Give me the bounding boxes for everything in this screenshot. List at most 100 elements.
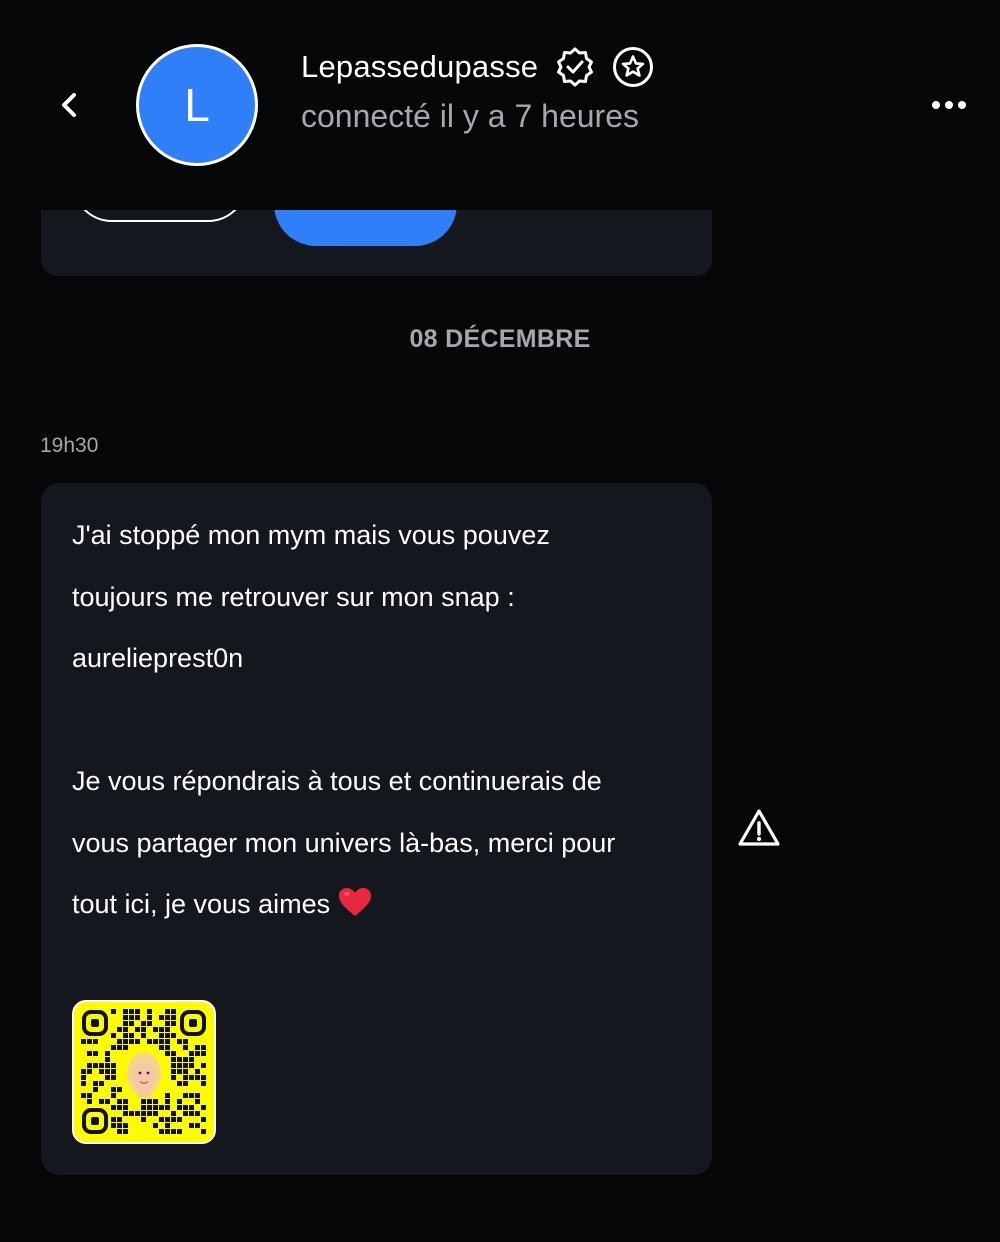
qr-module [171, 1051, 176, 1056]
qr-module [123, 1015, 128, 1020]
qr-module [147, 1105, 152, 1110]
qr-module [129, 1015, 134, 1020]
qr-module [201, 1117, 206, 1122]
qr-module [141, 1033, 146, 1038]
more-horizontal-icon [932, 101, 966, 109]
qr-module [111, 1063, 116, 1068]
star-circle-icon[interactable] [612, 46, 654, 88]
qr-module [123, 1123, 128, 1128]
qr-module [171, 1111, 176, 1116]
qr-module [183, 1069, 188, 1074]
qr-module [165, 1021, 170, 1026]
qr-module [177, 1105, 182, 1110]
qr-module [147, 1099, 152, 1104]
qr-module [135, 1009, 140, 1014]
qr-module [123, 1111, 128, 1116]
qr-module [171, 1075, 176, 1080]
qr-module [159, 1039, 164, 1044]
qr-module [165, 1099, 170, 1104]
qr-module [195, 1111, 200, 1116]
qr-module [177, 1129, 182, 1134]
qr-module [177, 1117, 182, 1122]
username[interactable]: Lepassedupasse [301, 49, 538, 85]
qr-module [123, 1039, 128, 1044]
qr-module [147, 1111, 152, 1116]
qr-module [99, 1081, 104, 1086]
qr-module [177, 1099, 182, 1104]
qr-module [93, 1087, 98, 1092]
qr-module [189, 1051, 194, 1056]
message-line: toujours me retrouver sur mon snap : [72, 581, 515, 612]
qr-module [123, 1105, 128, 1110]
qr-module [117, 1129, 122, 1134]
qr-module [165, 1123, 170, 1128]
snapcode-image[interactable] [72, 1000, 216, 1144]
qr-module [99, 1063, 104, 1068]
qr-module [189, 1063, 194, 1068]
more-options-button[interactable] [928, 90, 970, 120]
qr-module [111, 1087, 116, 1092]
avatar-letter: L [184, 79, 210, 131]
qr-module [171, 1069, 176, 1074]
qr-module [141, 1117, 146, 1122]
qr-module [99, 1069, 104, 1074]
qr-module [105, 1075, 110, 1080]
qr-module [171, 1057, 176, 1062]
qr-module [201, 1045, 206, 1050]
qr-module [153, 1111, 158, 1116]
qr-module [165, 1009, 170, 1014]
qr-module [201, 1051, 206, 1056]
qr-module [195, 1099, 200, 1104]
qr-module [123, 1021, 128, 1026]
qr-module [93, 1081, 98, 1086]
qr-module [171, 1033, 176, 1038]
qr-module [129, 1021, 134, 1026]
qr-module [189, 1111, 194, 1116]
qr-module [171, 1021, 176, 1026]
qr-module [81, 1069, 86, 1074]
qr-module [105, 1069, 110, 1074]
qr-module [123, 1129, 128, 1134]
qr-module [195, 1123, 200, 1128]
qr-module [153, 1039, 158, 1044]
qr-module [171, 1009, 176, 1014]
qr-module [159, 1015, 164, 1020]
qr-module [171, 1117, 176, 1122]
warning-triangle-icon [738, 809, 780, 846]
qr-module [153, 1027, 158, 1032]
message-last-line: tout ici, je vous aimes [72, 874, 682, 936]
qr-module [177, 1069, 182, 1074]
qr-module [165, 1093, 170, 1098]
qr-module [87, 1039, 92, 1044]
avatar[interactable]: L [136, 44, 258, 166]
qr-module [183, 1039, 188, 1044]
chevron-left-icon [62, 93, 76, 117]
qr-module [111, 1117, 116, 1122]
qr-module [111, 1033, 116, 1038]
qr-module [111, 1009, 116, 1014]
heart-emoji-icon [339, 888, 372, 916]
message-time: 19h30 [40, 434, 99, 457]
qr-module [177, 1057, 182, 1062]
username-row: Lepassedupasse [301, 44, 654, 90]
qr-module [141, 1021, 146, 1026]
date-separator: 08 DÉCEMBRE [409, 325, 591, 353]
qr-module [171, 1063, 176, 1068]
qr-module [189, 1105, 194, 1110]
qr-module [141, 1111, 146, 1116]
qr-module [171, 1015, 176, 1020]
qr-module [105, 1063, 110, 1068]
qr-module [159, 1027, 164, 1032]
qr-module [111, 1069, 116, 1074]
qr-module [105, 1051, 110, 1056]
back-button[interactable] [50, 85, 90, 125]
qr-module [165, 1105, 170, 1110]
qr-module [165, 1117, 170, 1122]
qr-module [129, 1111, 134, 1116]
qr-module [195, 1093, 200, 1098]
qr-module [183, 1105, 188, 1110]
qr-module [159, 1033, 164, 1038]
qr-module [93, 1051, 98, 1056]
qr-module [183, 1111, 188, 1116]
report-message-button[interactable] [737, 807, 781, 849]
